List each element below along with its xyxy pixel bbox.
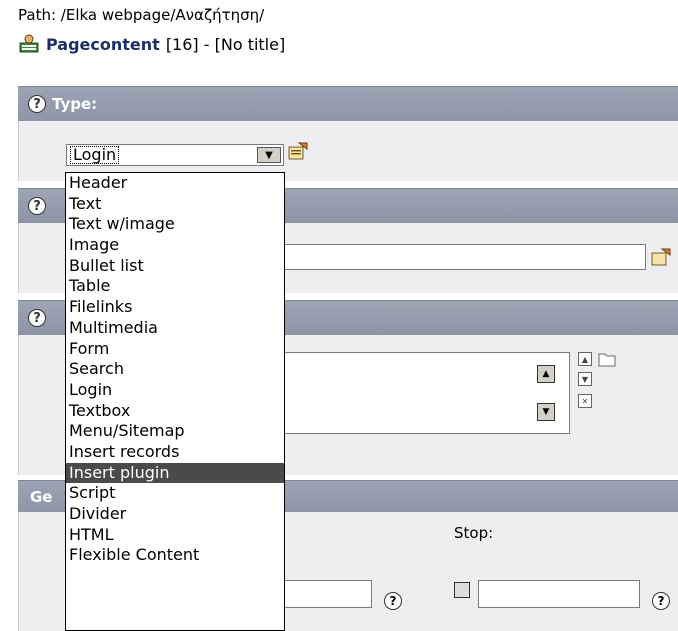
pagecontent-icon [18,34,40,54]
dropdown-option[interactable]: Header [66,173,284,194]
record-title: Pagecontent [46,34,160,54]
path-value: /Elka webpage/Αναζήτηση/ [60,6,265,24]
edit-record-icon[interactable] [287,141,309,161]
move-down-icon[interactable]: ▼ [578,372,592,386]
delete-x-icon[interactable]: ✕ [578,394,592,408]
dropdown-option[interactable]: Bullet list [66,256,284,277]
dropdown-option[interactable]: Filelinks [66,297,284,318]
path-label: Path: [18,6,57,24]
dropdown-option[interactable]: Image [66,235,284,256]
general-header-label: Ge [30,488,53,506]
dropdown-option[interactable]: Script [66,483,284,504]
dropdown-option[interactable]: Search [66,359,284,380]
type-select-value: Login [70,146,120,164]
stop-checkbox[interactable] [454,582,470,598]
dropdown-option[interactable]: Divider [66,504,284,525]
dropdown-option[interactable]: Textbox [66,401,284,422]
dropdown-option[interactable]: Menu/Sitemap [66,421,284,442]
help-icon[interactable]: ? [28,95,46,113]
type-dropdown-list[interactable]: Header Text Text w/image Image Bullet list Ta… [65,172,285,631]
move-up-icon[interactable]: ▲ [578,352,592,366]
dropdown-option[interactable]: Text w/image [66,214,284,235]
help-icon[interactable]: ? [652,592,670,610]
start-date-input[interactable] [270,580,372,608]
dropdown-option[interactable]: Flexible Content [66,545,284,566]
dropdown-option[interactable]: Multimedia [66,318,284,339]
dropdown-option[interactable]: Login [66,380,284,401]
help-icon[interactable]: ? [28,309,46,327]
type-select[interactable]: Login ▼ [66,144,284,166]
pages-list-box[interactable]: ▲ ▼ [280,352,570,434]
dropdown-option[interactable]: Text [66,194,284,215]
help-icon[interactable]: ? [28,197,46,215]
type-section-header: ? Type: [18,86,678,121]
edit-record-icon[interactable] [650,247,672,267]
dropdown-option[interactable]: Insert records [66,442,284,463]
dropdown-option[interactable]: HTML [66,525,284,546]
record-subtitle: [16] - [No title] [165,34,286,54]
dropdown-option[interactable]: Table [66,276,284,297]
stop-date-input[interactable] [478,580,640,608]
chevron-down-icon[interactable]: ▼ [257,147,281,163]
header-input[interactable] [280,244,646,270]
help-icon[interactable]: ? [384,592,402,610]
folder-icon[interactable] [598,351,616,371]
path-breadcrumb: Path: /Elka webpage/Αναζήτηση/ [18,6,264,24]
dropdown-option[interactable]: Form [66,339,284,360]
stop-label: Stop: [454,524,494,542]
type-header-label: Type: [52,95,98,113]
dropdown-option[interactable]: Insert plugin [66,462,284,484]
scroll-up-button[interactable]: ▲ [537,365,555,383]
scroll-down-button[interactable]: ▼ [537,403,555,421]
record-header: Pagecontent [16] - [No title] [18,34,285,54]
